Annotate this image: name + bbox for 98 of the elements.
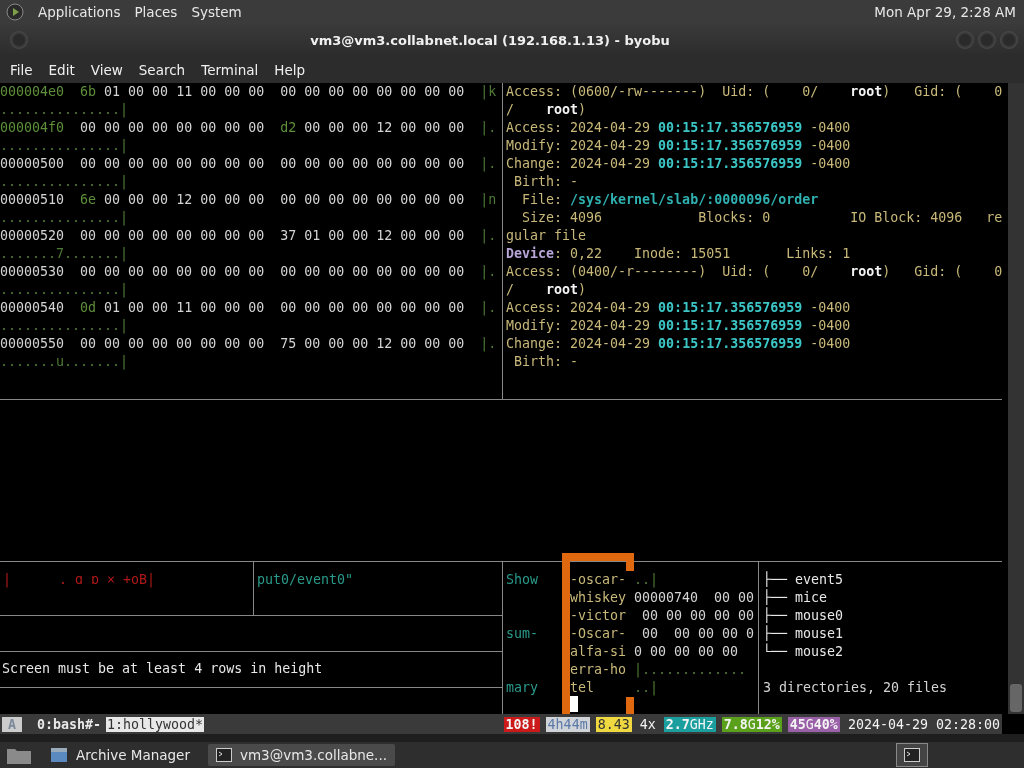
stat-output-line: Access: 2024-04-29 00:15:17.356576959 -0400 xyxy=(506,119,852,137)
hex-dump-line: 00000510 6e 00 00 00 12 00 00 00 00 00 00 00 00 00 00 00 |n xyxy=(0,191,498,209)
hex-fragment: 00000740 00 00 xyxy=(634,589,755,607)
panel-menu[interactable]: System xyxy=(191,4,242,20)
hex-dump-line: ...............| xyxy=(0,101,130,119)
stat-output-line: Device: 0,22 Inode: 15051 Links: 1 xyxy=(506,245,852,263)
window-menu-button[interactable] xyxy=(10,31,28,49)
text-cursor xyxy=(570,696,578,712)
archive-icon xyxy=(50,747,68,763)
stat-output-line: / root) xyxy=(506,101,588,119)
host-name: -Oscar- xyxy=(570,625,634,643)
host-name: whiskey xyxy=(570,589,634,607)
stat-output-line: Birth: - xyxy=(513,353,580,371)
terminal-icon xyxy=(904,748,920,762)
stat-output-line: Modify: 2024-04-29 00:15:17.356576959 -0400 xyxy=(506,317,852,335)
error-message: Screen must be at least 4 rows in height xyxy=(2,661,323,676)
pane-label: Show xyxy=(506,572,539,587)
hex-dump-line: ...............| xyxy=(0,137,130,155)
window-tab[interactable]: 0:bash#- xyxy=(36,716,103,732)
tree-branch: └── xyxy=(763,643,788,661)
tree-item: mouse1 xyxy=(795,625,844,643)
status-indicator: 108! xyxy=(503,716,540,732)
tree-item: mice xyxy=(795,589,828,607)
stat-output-line: Change: 2024-04-29 00:15:17.356576959 -0400 xyxy=(506,155,852,173)
stat-output-line: gular file xyxy=(506,227,588,245)
menu-item[interactable]: Terminal xyxy=(193,61,267,78)
host-name: -victor xyxy=(570,607,634,625)
hex-dump-line: 00000540 0d 01 00 00 11 00 00 00 00 00 00 00 00 00 00 00 |. xyxy=(0,299,498,317)
stat-output-line: Access: (0600/-rw-------) Uid: ( 0/ root) Gid: ( 0 xyxy=(506,83,1002,101)
hex-dump-line: .......7.......| xyxy=(0,245,130,263)
hex-dump-line: ...............| xyxy=(0,209,130,227)
hex-fragment: |............. xyxy=(634,661,747,679)
taskbar-button[interactable]: Archive Manager xyxy=(42,744,198,766)
hex-fragment: 0 00 00 00 00 xyxy=(634,643,739,661)
menu-item[interactable]: Search xyxy=(130,61,194,78)
clock: Mon Apr 29, 2:28 AM xyxy=(874,4,1016,20)
hex-dump-line: .......u.......| xyxy=(0,353,130,371)
status-indicator: 4h44m xyxy=(545,716,590,732)
hex-fragment: ..| xyxy=(634,679,659,697)
menu-item[interactable]: File xyxy=(2,61,41,78)
status-indicator: 8.43 xyxy=(595,716,632,732)
hex-dump-line: ...............| xyxy=(0,317,130,335)
hex-fragment: 00 00 00 00 00 xyxy=(641,607,755,625)
pane-label: mary xyxy=(506,680,539,695)
panel-menu[interactable]: Applications xyxy=(38,4,121,20)
hex-fragment: ..| xyxy=(634,571,659,589)
stat-output-line: Change: 2024-04-29 00:15:17.356576959 -0400 xyxy=(506,335,852,353)
hex-fragment: 00 00 00 00 0 xyxy=(641,625,755,643)
stat-output-line: Size: 4096 Blocks: 0 IO Block: 4096 re xyxy=(521,209,1002,227)
tree-item: mouse2 xyxy=(795,643,844,661)
hex-dump-line: ...............| xyxy=(0,173,130,191)
tree-summary: 3 directories, 20 files xyxy=(763,679,949,697)
maximize-button[interactable] xyxy=(978,31,996,49)
hex-dump-line: 00000550 00 00 00 00 00 00 00 00 75 00 00 00 12 00 00 00 |. xyxy=(0,335,498,353)
tree-branch: ├── xyxy=(763,625,788,643)
pane-label: sum- xyxy=(506,626,539,641)
host-name: -oscar- xyxy=(570,571,634,589)
tree-branch: ├── xyxy=(763,607,788,625)
host-name: tel xyxy=(570,679,634,697)
window-title: vm3@vm3.collabnet.local (192.168.1.13) - byobu xyxy=(309,32,671,48)
session-badge: A xyxy=(2,716,22,732)
status-indicator: 2024-04-29 02:28:00 xyxy=(845,716,1002,732)
stat-output-line: File: /sys/kernel/slab/:0000096/order xyxy=(521,191,820,209)
minimize-button[interactable] xyxy=(956,31,974,49)
panel-menu[interactable]: Places xyxy=(134,4,178,20)
tree-branch: ├── xyxy=(763,589,788,607)
hex-dump-line: ...............| xyxy=(0,281,130,299)
hex-dump-line: 00000500 00 00 00 00 00 00 00 00 00 00 00 00 00 00 00 00 |. xyxy=(0,155,498,173)
close-button[interactable] xyxy=(1000,31,1018,49)
stat-output-line: / root) xyxy=(506,281,588,299)
tree-item: event5 xyxy=(795,571,844,589)
menu-item[interactable]: Edit xyxy=(40,61,83,78)
stat-output-line: Modify: 2024-04-29 00:15:17.356576959 -0400 xyxy=(506,137,852,155)
play-icon[interactable] xyxy=(6,3,24,21)
hex-dump-line: 000004e0 6b 01 00 00 11 00 00 00 00 00 00 00 00 00 00 00 |k xyxy=(0,83,498,101)
status-indicator: 4x xyxy=(637,716,658,732)
stat-output-line: Access: 2024-04-29 00:15:17.356576959 -0400 xyxy=(506,299,852,317)
terminal-icon xyxy=(216,748,232,762)
hex-dump-line: 000004f0 00 00 00 00 00 00 00 00 d2 00 00 00 12 00 00 00 |. xyxy=(0,119,498,137)
status-indicator: 45G40% xyxy=(787,716,840,732)
tree-item: mouse0 xyxy=(795,607,844,625)
menu-item[interactable]: Help xyxy=(266,61,314,78)
host-name: erra-ho xyxy=(570,661,634,679)
tree-branch: ├── xyxy=(763,571,788,589)
status-indicator: 2.7GHz xyxy=(663,716,716,732)
stat-output-line: Access: (0400/-r--------) Uid: ( 0/ root) Gid: ( 0 xyxy=(506,263,1002,281)
stat-output-line: Birth: - xyxy=(513,173,580,191)
garbled-line: | . ɑ ɒ × +oB| xyxy=(3,572,156,587)
terminal-launcher[interactable] xyxy=(896,743,928,767)
hex-dump-line: 00000530 00 00 00 00 00 00 00 00 00 00 00 00 00 00 00 00 |. xyxy=(0,263,498,281)
window-tab[interactable]: 1:hollywood* xyxy=(106,716,205,732)
status-indicator: 7.8G12% xyxy=(721,716,782,732)
scrollbar[interactable] xyxy=(1008,83,1024,714)
host-name: alfa-si xyxy=(570,643,634,661)
device-path: put0/event0" xyxy=(257,572,354,587)
menu-item[interactable]: View xyxy=(82,61,131,78)
hex-dump-line: 00000520 00 00 00 00 00 00 00 00 37 01 00 00 12 00 00 00 |. xyxy=(0,227,498,245)
taskbar-button[interactable]: vm3@vm3.collabne... xyxy=(208,744,395,766)
